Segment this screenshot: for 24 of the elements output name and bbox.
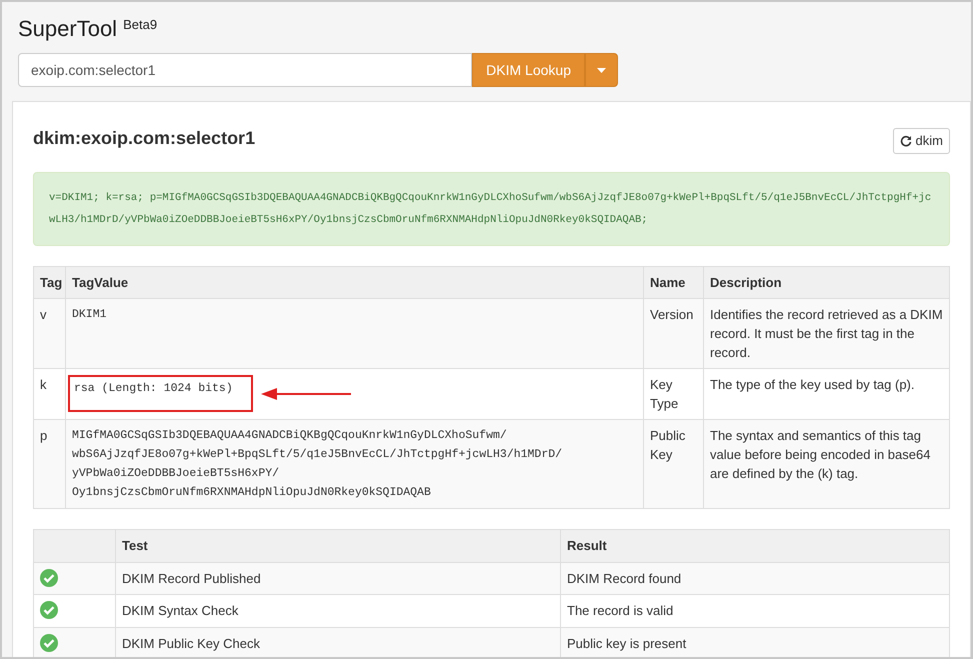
version-label: Beta9 bbox=[123, 16, 158, 34]
record-text: v=DKIM1; k=rsa; p=MIGfMA0GCSqGSIb3DQEBAQUAA4GNADCBiQKBgQCqouKnrkW1nGyDLCXhoSufwm/wbS6AjJzqfJE8o07g+kWePl+BpqSLft/5/q1eJ5BnvEcCL/JhTctpgHf+jcwLH3/h1MDrD/yVPbWa0iZOeDDBBJoeieBT5sH6xPY/Oy1bnsjCzsCbmOruNfm6RXNMAHdpNliOpuJdN0Rkey0kSQIDAQAB; bbox=[33, 172, 950, 246]
table-cell: rsa (Length: 1024 bits) bbox=[68, 375, 253, 412]
column-header: Description bbox=[704, 266, 950, 298]
table-cell: The record is valid bbox=[560, 594, 950, 627]
table-cell: p bbox=[34, 420, 66, 508]
column-header: TagValue bbox=[66, 266, 644, 298]
table-cell-text: DKIM1 bbox=[72, 307, 107, 323]
table-cell: The syntax and semantics of this tag value before being encoded in base64 are defined by the (k) tag. bbox=[704, 420, 950, 508]
app-title: SuperTool bbox=[18, 15, 118, 43]
refresh-button[interactable]: dkim bbox=[892, 128, 950, 154]
table-cell-text: MIGfMA0GCSqGSIb3DQEBAQUAA4GNADCBiQKBgQCqouKnrkW1nGyDLCXhoSufwm/wbS6AjJzqfJE8o07g+kWePl+BpqSLft/5/q1eJ5BnvEcCL/JhTctpgHf+jcwLH3/h1MDrD/yVPbWa0iZOeDDBBJoeieBT5sH6xPY/Oy1bnsjCzsCbmOruNfm6RXNMAHdpNliOpuJdN0Rkey0kSQIDAQAB bbox=[72, 428, 564, 501]
search-field[interactable]: exoip.com:selector1 bbox=[18, 53, 472, 87]
dropdown-button[interactable] bbox=[585, 53, 618, 87]
table-cell: DKIM Syntax Check bbox=[116, 594, 560, 627]
panel-title: dkim:exoip.com:selector1 bbox=[33, 127, 256, 150]
refresh-icon bbox=[900, 134, 912, 147]
arrow-icon bbox=[260, 386, 351, 400]
column-header: Tag bbox=[34, 266, 66, 298]
column-header: Result bbox=[560, 530, 950, 562]
table-cell: Public Key bbox=[644, 420, 704, 508]
column-header: Test bbox=[116, 530, 560, 562]
table-cell: v bbox=[34, 298, 66, 368]
caret-icon bbox=[597, 68, 606, 72]
